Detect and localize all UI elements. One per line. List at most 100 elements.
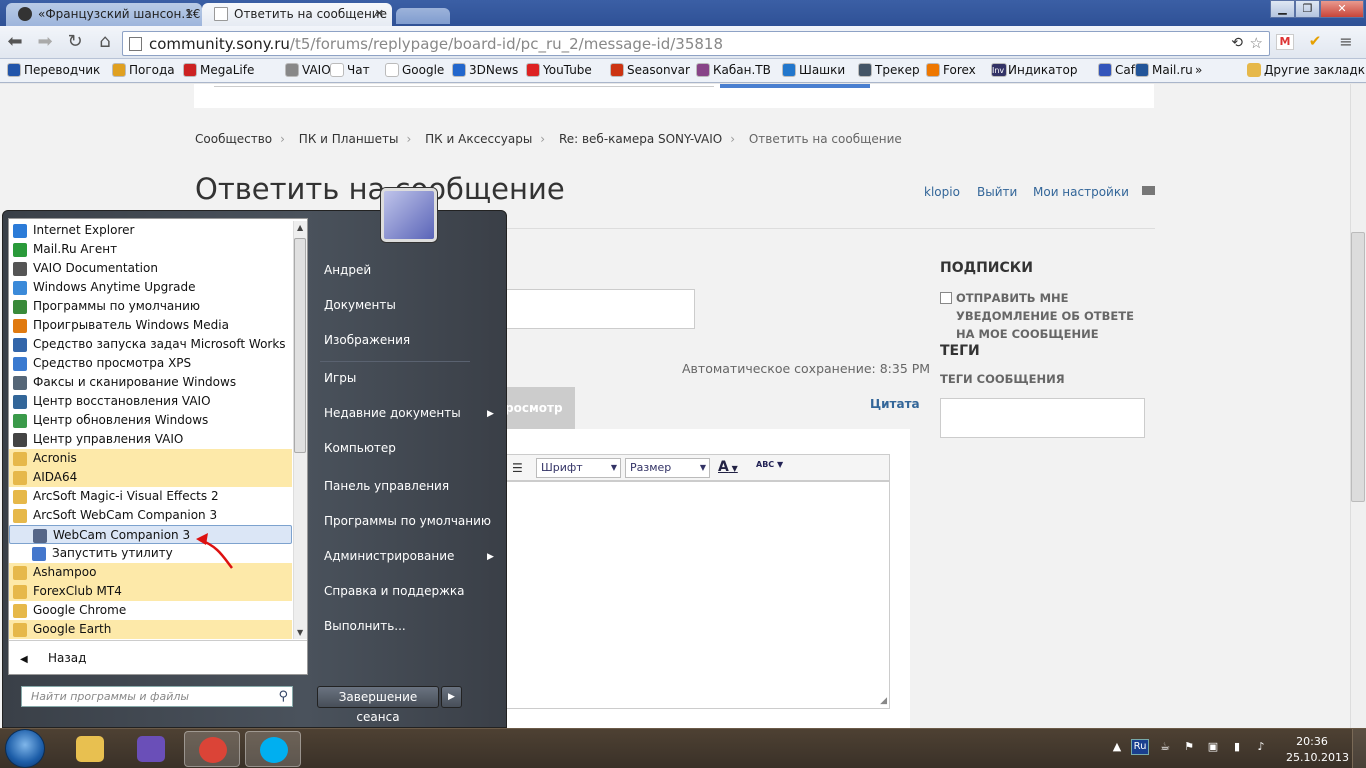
program-item[interactable]: AIDA64: [9, 468, 292, 487]
tab-reply[interactable]: Ответить на сообщение ✕: [202, 3, 392, 26]
program-item[interactable]: Центр управления VAIO: [9, 430, 292, 449]
bookmark-item[interactable]: Чат: [330, 62, 370, 78]
size-select[interactable]: Размер ▼: [625, 458, 710, 478]
back-arrow-icon[interactable]: ⬅: [4, 31, 26, 53]
close-tab-icon[interactable]: ✕: [185, 3, 194, 25]
start-right-item[interactable]: Программы по умолчанию: [324, 514, 491, 528]
program-item[interactable]: VAIO Documentation: [9, 259, 292, 278]
start-right-item[interactable]: Справка и поддержка: [324, 584, 465, 598]
breadcrumb-pc[interactable]: ПК и Планшеты: [299, 132, 399, 146]
close-window-button[interactable]: ✕: [1320, 0, 1364, 18]
bookmark-item[interactable]: YouTube: [526, 62, 592, 78]
program-item[interactable]: ArcSoft WebCam Companion 3: [9, 506, 292, 525]
start-right-item[interactable]: Игры: [324, 371, 356, 385]
program-item[interactable]: Windows Anytime Upgrade: [9, 278, 292, 297]
shutdown-options-button[interactable]: ▶: [441, 686, 462, 708]
minimize-button[interactable]: ▁: [1270, 0, 1295, 18]
shutdown-button[interactable]: Завершение сеанса: [317, 686, 439, 724]
avatar[interactable]: [381, 188, 437, 242]
taskbar-chrome-button[interactable]: [184, 731, 240, 767]
program-item[interactable]: Средство просмотра XPS: [9, 354, 292, 373]
page-scrollbar-thumb[interactable]: [1351, 232, 1365, 502]
bookmark-item[interactable]: Трекер: [858, 62, 920, 78]
program-item[interactable]: Ashampoo: [9, 563, 292, 582]
scroll-down-icon[interactable]: ▼: [297, 628, 303, 637]
bookmark-item[interactable]: VAIO: [285, 62, 331, 78]
program-item[interactable]: Средство запуска задач Microsoft Works: [9, 335, 292, 354]
device-icon[interactable]: ▣: [1206, 740, 1220, 754]
program-item[interactable]: Internet Explorer: [9, 221, 292, 240]
program-item[interactable]: Проигрыватель Windows Media: [9, 316, 292, 335]
bookmark-item[interactable]: Mail.ru: [1135, 62, 1193, 78]
forward-arrow-icon[interactable]: ➡: [34, 31, 56, 53]
coffee-icon[interactable]: ☕: [1158, 740, 1172, 754]
program-item[interactable]: Google Earth: [9, 620, 292, 639]
start-right-item[interactable]: Изображения: [324, 333, 410, 347]
program-item[interactable]: Acronis: [9, 449, 292, 468]
breadcrumb-thread[interactable]: Re: веб-камера SONY-VAIO: [559, 132, 722, 146]
tab-music[interactable]: «Французский шансон.1€ ✕: [6, 3, 202, 26]
logout-link[interactable]: Выйти: [977, 185, 1017, 199]
settings-link[interactable]: Мои настройки: [1033, 185, 1129, 199]
reload-icon[interactable]: ↻: [64, 31, 86, 53]
clock[interactable]: 20:36 25.10.2013: [1286, 734, 1349, 766]
notify-label[interactable]: ОТПРАВИТЬ МНЕ УВЕДОМЛЕНИЕ ОБ ОТВЕТЕ НА М…: [940, 289, 1155, 343]
taskbar-explorer-button[interactable]: [62, 731, 118, 767]
quote-link[interactable]: Цитата: [870, 397, 920, 411]
show-desktop-button[interactable]: [1352, 729, 1366, 768]
start-right-item[interactable]: Компьютер: [324, 441, 396, 455]
tags-input[interactable]: [940, 398, 1145, 438]
bookmark-item[interactable]: Seasonvar: [610, 62, 690, 78]
start-search-input[interactable]: Найти программы и файлы ⚲: [21, 686, 293, 707]
program-item[interactable]: Запустить утилиту: [9, 544, 292, 563]
scroll-up-icon[interactable]: ▲: [297, 223, 303, 232]
start-right-item[interactable]: Администрирование: [324, 549, 454, 563]
program-item[interactable]: Центр обновления Windows: [9, 411, 292, 430]
bookmark-item[interactable]: MegaLife: [183, 62, 254, 78]
start-right-item[interactable]: Панель управления: [324, 479, 449, 493]
show-hidden-icons[interactable]: ▲: [1110, 740, 1124, 754]
breadcrumb-community[interactable]: Сообщество: [195, 132, 272, 146]
other-bookmarks[interactable]: Другие закладки: [1247, 62, 1366, 78]
program-list-thumb[interactable]: [294, 238, 306, 453]
preview-tab[interactable]: росмотр: [505, 387, 575, 429]
message-textarea[interactable]: ◢: [505, 481, 890, 709]
taskbar-visual-studio-button[interactable]: [123, 731, 179, 767]
translate-icon[interactable]: ⟲: [1231, 35, 1243, 51]
program-item[interactable]: Google Chrome: [9, 601, 292, 620]
language-indicator[interactable]: Ru: [1131, 739, 1149, 755]
mail-icon[interactable]: [1142, 186, 1155, 195]
signal-icon[interactable]: ▮: [1230, 740, 1244, 754]
bookmarks-more[interactable]: »: [1195, 62, 1202, 78]
home-icon[interactable]: ⌂: [94, 31, 116, 53]
close-tab-icon[interactable]: ✕: [375, 3, 384, 25]
start-right-item[interactable]: Документы: [324, 298, 396, 312]
taskbar-skype-button[interactable]: [245, 731, 301, 767]
gmail-icon[interactable]: M: [1276, 34, 1294, 50]
bookmark-star-icon[interactable]: ☆: [1250, 34, 1263, 52]
back-button[interactable]: Назад: [22, 651, 86, 665]
program-item[interactable]: Mail.Ru Агент: [9, 240, 292, 259]
start-right-item[interactable]: Андрей: [324, 263, 371, 277]
new-tab-button[interactable]: [396, 8, 450, 24]
bookmark-item[interactable]: Google: [385, 62, 444, 78]
maximize-button[interactable]: ❐: [1295, 0, 1320, 18]
bookmark-item[interactable]: Шашки: [782, 62, 845, 78]
program-item[interactable]: ArcSoft Magic-i Visual Effects 2: [9, 487, 292, 506]
font-color-button[interactable]: A ▼: [718, 459, 738, 475]
bookmark-item[interactable]: Погода: [112, 62, 175, 78]
search-icon[interactable]: ⚲: [278, 689, 288, 704]
bookmark-item[interactable]: Переводчик: [7, 62, 100, 78]
start-right-item[interactable]: Недавние документы: [324, 406, 461, 420]
program-item[interactable]: ForexClub MT4: [9, 582, 292, 601]
resize-grip-icon[interactable]: ◢: [880, 696, 887, 706]
list-icon[interactable]: ☰: [512, 461, 523, 475]
font-select[interactable]: Шрифт ▼: [536, 458, 621, 478]
bookmark-item[interactable]: Forex: [926, 62, 976, 78]
spellcheck-button[interactable]: ABC ▼: [756, 460, 783, 469]
program-item[interactable]: Центр восстановления VAIO: [9, 392, 292, 411]
start-right-item[interactable]: Выполнить...: [324, 619, 406, 633]
flag-icon[interactable]: ⚑: [1182, 740, 1196, 754]
subject-input[interactable]: [505, 289, 695, 329]
start-button[interactable]: [5, 729, 45, 768]
